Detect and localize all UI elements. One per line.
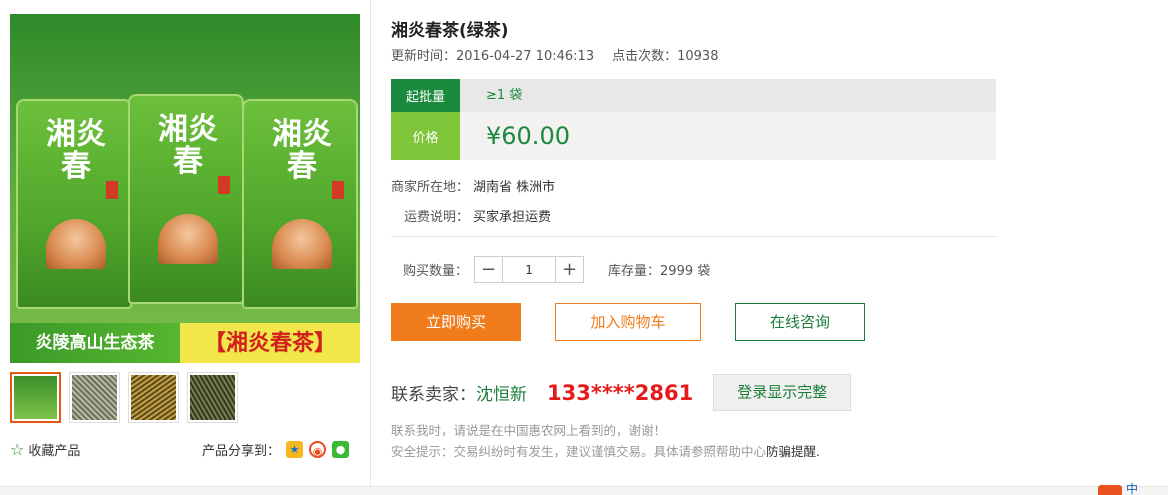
price-value: ¥60.00 [486, 122, 570, 150]
thumbnail-3[interactable] [128, 372, 179, 423]
price-label: 价格 [391, 112, 460, 160]
weibo-share-icon[interactable]: ◉ [309, 441, 327, 458]
quantity-row: 购买数量： − + 库存量：2999 袋 [403, 256, 710, 283]
update-label: 更新时间： [391, 49, 457, 64]
thumbnail-1[interactable] [10, 372, 61, 423]
anti-fraud-link[interactable]: 防骗提醒 [766, 444, 816, 459]
login-show-full-button[interactable]: 登录显示完整 [713, 374, 852, 411]
ime-text: 中 [1126, 482, 1139, 495]
buy-now-button[interactable]: 立即购买 [391, 303, 521, 341]
quantity-stepper: − + [474, 256, 585, 283]
quantity-input[interactable] [502, 257, 557, 282]
location-value: 湖南省 株洲市 [473, 180, 556, 195]
product-main-image[interactable]: 湘炎春 湘炎春 湘炎春 炎陵高山生态茶 【湘炎春茶】 [10, 14, 360, 363]
product-meta: 更新时间：2016-04-27 10:46:13 点击次数：10938 [391, 45, 718, 64]
action-buttons: 立即购买 加入购物车 在线咨询 [391, 303, 865, 341]
shipping-value: 买家承担运费 [473, 210, 552, 225]
contact-label: 联系卖家： [391, 385, 476, 405]
seller-phone: 133****2861 [547, 380, 694, 405]
quantity-label: 购买数量： [403, 264, 469, 279]
price-box: 起批量 ≥1 袋 价格 ¥60.00 [391, 79, 996, 160]
shipping-row: 运费说明： 买家承担运费 [404, 206, 551, 225]
bag-figure [272, 219, 332, 269]
bottom-bar [0, 486, 1168, 495]
divider [391, 236, 998, 237]
wechat-share-icon[interactable]: ● [332, 441, 350, 458]
banner-right-text: 【湘炎春茶】 [180, 323, 360, 363]
stock-label: 库存量： [608, 264, 661, 279]
stock-value: 2999 袋 [660, 264, 711, 279]
location-row: 商家所在地： 湖南省 株洲市 [391, 176, 555, 195]
star-icon: ☆ [10, 440, 25, 459]
image-banner: 炎陵高山生态茶 【湘炎春茶】 [10, 323, 360, 363]
tea-bag-image: 湘炎春 [128, 94, 244, 304]
share-label: 产品分享到： [202, 444, 281, 459]
bag-seal [106, 181, 118, 199]
contact-note: 联系我时，请说是在中国惠农网上看到的，谢谢！ [391, 423, 667, 438]
bag-seal [218, 176, 230, 194]
product-title: 湘炎春茶(绿茶) [391, 21, 509, 41]
bag-calligraphy: 湘炎春 [158, 112, 218, 179]
bag-seal [332, 181, 344, 199]
ime-logo-icon [1098, 485, 1122, 495]
bag-calligraphy: 湘炎春 [46, 117, 106, 184]
moq-label: 起批量 [391, 79, 460, 112]
clicks-count: 10938 [677, 49, 719, 64]
product-gallery: 湘炎春 湘炎春 湘炎春 炎陵高山生态茶 【湘炎春茶】 ☆ 收藏产品 产品分享到：… [0, 0, 371, 495]
thumbnail-4[interactable] [187, 372, 238, 423]
stock-info: 库存量：2999 袋 [608, 260, 710, 279]
decrease-button[interactable]: − [475, 257, 503, 282]
tip-text: 安全提示：交易纠纷时有发生，建议谨慎交易。具体请参照帮助中心 [391, 444, 767, 459]
bag-figure [158, 214, 218, 264]
increase-button[interactable]: + [556, 257, 584, 282]
tea-bag-image: 湘炎春 [16, 99, 132, 309]
moq-value: ≥1 袋 [486, 88, 523, 103]
favorite-label: 收藏产品 [28, 444, 81, 459]
thumbnail-strip [10, 372, 238, 423]
update-time: 2016-04-27 10:46:13 [456, 49, 595, 64]
qzone-share-icon[interactable]: ★ [286, 441, 304, 458]
favorite-button[interactable]: ☆ 收藏产品 [10, 440, 80, 459]
thumbnail-2[interactable] [69, 372, 120, 423]
clicks-label: 点击次数： [612, 49, 678, 64]
bag-calligraphy: 湘炎春 [272, 117, 332, 184]
shipping-label: 运费说明： [404, 210, 470, 225]
bag-figure [46, 219, 106, 269]
ime-indicator[interactable]: 中 [1098, 481, 1168, 495]
share-bar: 产品分享到： ★ ◉ ● [202, 440, 350, 459]
location-label: 商家所在地： [391, 180, 470, 195]
tea-bag-image: 湘炎春 [242, 99, 358, 309]
add-to-cart-button[interactable]: 加入购物车 [555, 303, 701, 341]
banner-left-text: 炎陵高山生态茶 [10, 323, 180, 363]
tip-suffix: . [816, 444, 821, 459]
online-consult-button[interactable]: 在线咨询 [735, 303, 865, 341]
seller-name: 沈恒新 [476, 385, 527, 405]
safety-tip: 安全提示：交易纠纷时有发生，建议谨慎交易。具体请参照帮助中心防骗提醒. [391, 441, 820, 460]
seller-contact: 联系卖家： 沈恒新 133****2861 登录显示完整 [391, 374, 852, 411]
